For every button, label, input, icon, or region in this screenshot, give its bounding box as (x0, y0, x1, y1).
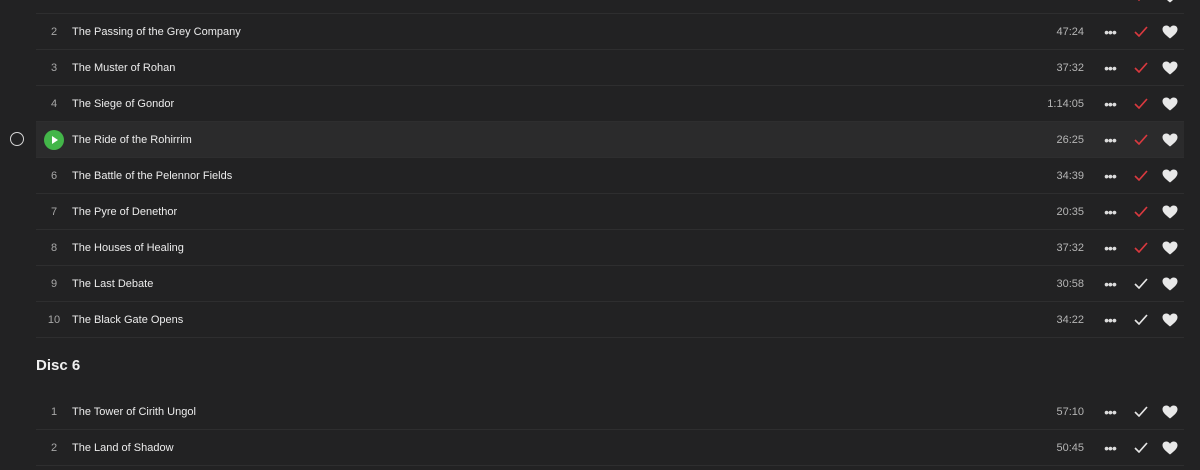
check-icon[interactable] (1126, 0, 1156, 2)
track-row[interactable]: 9 The Last Debate 30:58 ••• (36, 266, 1184, 302)
track-duration: 57:10 (1056, 405, 1084, 418)
more-dots-icon[interactable]: ••• (1094, 169, 1126, 183)
heart-icon[interactable] (1156, 313, 1184, 327)
more-dots-icon[interactable]: ••• (1094, 61, 1126, 75)
heart-icon[interactable] (1156, 25, 1184, 39)
more-dots-icon[interactable]: ••• (1094, 133, 1126, 147)
track-row[interactable]: 1 The Tower of Cirith Ungol 57:10 ••• (36, 394, 1184, 430)
track-duration: 37:32 (1056, 241, 1084, 254)
heart-icon[interactable] (1156, 277, 1184, 291)
radio-circle-icon[interactable] (10, 132, 24, 146)
check-icon[interactable] (1126, 242, 1156, 254)
track-row-partial[interactable] (36, 0, 1184, 14)
track-duration: 1:14:05 (1047, 97, 1084, 110)
check-icon[interactable] (1126, 26, 1156, 38)
check-icon[interactable] (1126, 442, 1156, 454)
track-duration: 37:32 (1056, 61, 1084, 74)
heart-icon[interactable] (1156, 405, 1184, 419)
track-title[interactable]: The Last Debate (72, 278, 1012, 290)
track-number: 9 (50, 277, 58, 290)
track-row[interactable]: 10 The Black Gate Opens 34:22 ••• (36, 302, 1184, 338)
more-dots-icon[interactable]: ••• (1094, 241, 1126, 255)
track-title[interactable]: The Houses of Healing (72, 242, 1012, 254)
heart-icon[interactable] (1156, 205, 1184, 219)
track-row[interactable]: 6 The Battle of the Pelennor Fields 34:39 •… (36, 158, 1184, 194)
track-row[interactable]: 3 The Muster of Rohan 37:32 ••• (36, 50, 1184, 86)
track-row[interactable]: 7 The Pyre of Denethor 20:35 ••• (36, 194, 1184, 230)
track-title[interactable]: The Battle of the Pelennor Fields (72, 170, 1012, 182)
check-icon[interactable] (1126, 170, 1156, 182)
track-number: 6 (50, 169, 58, 182)
track-number: 2 (50, 25, 58, 38)
more-dots-icon[interactable]: ••• (1094, 205, 1126, 219)
track-duration: 50:45 (1056, 441, 1084, 454)
track-title[interactable]: The Pyre of Denethor (72, 206, 1012, 218)
play-button[interactable] (36, 129, 72, 150)
more-dots-icon[interactable]: ••• (1094, 25, 1126, 39)
play-icon[interactable] (44, 129, 64, 150)
track-duration: 20:35 (1056, 205, 1084, 218)
track-row[interactable]: 4 The Siege of Gondor 1:14:05 ••• (36, 86, 1184, 122)
heart-icon[interactable] (1156, 441, 1184, 455)
track-list-partial (36, 0, 1184, 14)
track-number: 3 (50, 61, 58, 74)
track-number: 2 (50, 441, 58, 454)
check-icon[interactable] (1126, 406, 1156, 418)
track-row[interactable]: The Ride of the Rohirrim 26:25 ••• (36, 122, 1184, 158)
disc-6-heading: Disc 6 (36, 357, 81, 374)
tracklist-page: 2 The Passing of the Grey Company 47:24 •••… (0, 0, 1200, 470)
heart-icon[interactable] (1156, 133, 1184, 147)
check-icon[interactable] (1126, 278, 1156, 290)
track-number: 7 (50, 205, 58, 218)
track-title[interactable]: The Black Gate Opens (72, 314, 1012, 326)
track-duration: 30:58 (1056, 277, 1084, 290)
check-icon[interactable] (1126, 134, 1156, 146)
heart-icon[interactable] (1156, 97, 1184, 111)
track-duration: 34:39 (1056, 169, 1084, 182)
more-dots-icon[interactable]: ••• (1094, 97, 1126, 111)
track-title[interactable]: The Passing of the Grey Company (72, 26, 1012, 38)
check-icon[interactable] (1126, 206, 1156, 218)
check-icon[interactable] (1126, 314, 1156, 326)
check-icon[interactable] (1126, 62, 1156, 74)
more-dots-icon[interactable]: ••• (1094, 313, 1126, 327)
heart-icon[interactable] (1156, 241, 1184, 255)
disc-5-track-list: 2 The Passing of the Grey Company 47:24 •••… (36, 14, 1184, 338)
heart-icon[interactable] (1156, 169, 1184, 183)
track-row[interactable]: 2 The Land of Shadow 50:45 ••• (36, 430, 1184, 466)
track-duration: 34:22 (1056, 313, 1084, 326)
disc-6-track-list: 1 The Tower of Cirith Ungol 57:10 ••• 2 The L… (36, 394, 1184, 466)
more-dots-icon[interactable]: ••• (1094, 277, 1126, 291)
track-title[interactable]: The Land of Shadow (72, 442, 1012, 454)
track-number: 4 (50, 97, 58, 110)
track-number: 1 (50, 405, 58, 418)
track-title[interactable]: The Tower of Cirith Ungol (72, 406, 1012, 418)
more-dots-icon[interactable]: ••• (1094, 441, 1126, 455)
heart-icon[interactable] (1156, 61, 1184, 75)
track-row[interactable]: 8 The Houses of Healing 37:32 ••• (36, 230, 1184, 266)
track-number: 10 (47, 313, 61, 326)
track-number: 8 (50, 241, 58, 254)
track-title[interactable]: The Muster of Rohan (72, 62, 1012, 74)
track-duration: 26:25 (1056, 133, 1084, 146)
check-icon[interactable] (1126, 98, 1156, 110)
track-title[interactable]: The Ride of the Rohirrim (72, 134, 1012, 146)
track-title[interactable]: The Siege of Gondor (72, 98, 1012, 110)
track-duration: 47:24 (1056, 25, 1084, 38)
more-dots-icon[interactable]: ••• (1094, 405, 1126, 419)
heart-icon[interactable] (1156, 0, 1184, 3)
track-row[interactable]: 2 The Passing of the Grey Company 47:24 ••• (36, 14, 1184, 50)
